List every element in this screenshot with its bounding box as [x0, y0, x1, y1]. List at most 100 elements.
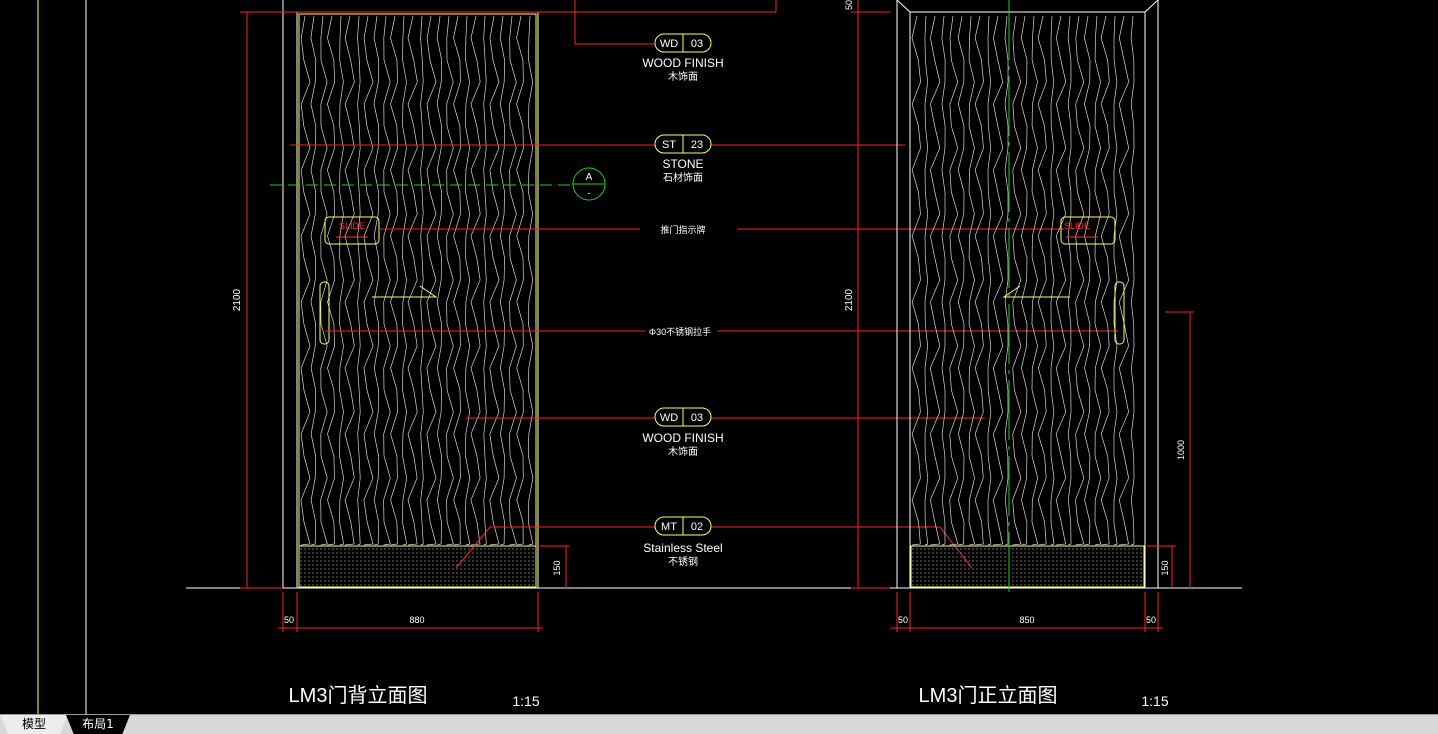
svg-text:木饰面: 木饰面	[668, 70, 698, 83]
wood-grain-stroke	[357, 15, 361, 546]
svg-text:WD: WD	[660, 38, 678, 50]
svg-text:推门指示牌: 推门指示牌	[660, 224, 705, 235]
svg-text:木饰面: 木饰面	[668, 445, 698, 458]
wood-grain-stroke	[339, 15, 345, 546]
wood-grain-stroke	[1031, 15, 1039, 546]
wood-grain-stroke	[344, 15, 355, 546]
wood-grain-stroke	[924, 15, 929, 546]
swing-arrow	[1002, 285, 1070, 298]
left-side-dim: 50	[284, 615, 294, 625]
wood-grain-stroke	[509, 15, 517, 546]
wood-grain-stroke	[974, 15, 984, 546]
wood-grain-stroke	[1130, 15, 1135, 546]
wood-grain-stroke	[327, 15, 336, 546]
wood-grain-stroke	[402, 15, 408, 546]
wood-grain-stroke	[483, 15, 487, 546]
tab-model[interactable]: 模型	[0, 715, 68, 734]
left-width-dim: 880	[409, 615, 424, 625]
wood-grain-stroke	[968, 15, 976, 546]
right-handle-height-value: 1000	[1176, 440, 1186, 460]
right-view-scale: 1:15	[1141, 693, 1168, 709]
wood-grain-stroke	[527, 15, 534, 546]
right-width-dim: 850	[1019, 615, 1034, 625]
stainless-kickplate	[910, 545, 1145, 588]
wood-grain-stroke	[383, 15, 391, 546]
wood-grain-stroke	[300, 15, 311, 546]
wood-grain-stroke	[390, 15, 398, 546]
right-base-dim: 150	[1160, 560, 1170, 575]
svg-text:WOOD FINISH: WOOD FINISH	[642, 56, 723, 70]
wood-grain-pattern	[300, 15, 534, 546]
door-handle	[1114, 281, 1125, 345]
wood-grain-stroke	[1100, 15, 1110, 546]
material-tag-wd03-top: WD 03 WOOD FINISH 木饰面	[642, 33, 724, 83]
wood-grain-stroke	[1075, 15, 1085, 546]
wood-grain-stroke	[320, 15, 328, 546]
wood-grain-stroke	[499, 15, 505, 546]
wood-grain-stroke	[420, 15, 424, 546]
left-view-title: LM3门背立面图	[289, 684, 428, 707]
wood-grain-stroke	[992, 15, 1004, 546]
wood-grain-stroke	[1113, 15, 1118, 546]
left-height-dimension	[240, 11, 283, 589]
wood-grain-stroke	[941, 15, 946, 546]
right-view-title: LM3门正立面图	[919, 684, 1058, 707]
svg-text:Φ30不锈钢拉手: Φ30不锈钢拉手	[649, 326, 711, 337]
wood-grain-stroke	[1020, 15, 1028, 546]
section-marker-sub: -	[588, 188, 591, 198]
right-bottom-dimensions	[890, 592, 1163, 632]
right-side-dim-left: 50	[898, 615, 908, 625]
wood-grain-stroke	[446, 15, 454, 546]
material-tag-wd03-middle: WD 03 WOOD FINISH 木饰面	[466, 407, 985, 458]
wood-grain-stroke	[363, 15, 374, 546]
wood-grain-stroke	[1050, 15, 1055, 546]
wood-grain-stroke	[516, 15, 524, 546]
svg-text:23: 23	[691, 139, 703, 151]
layout-tab-bar: 模型 布局1	[0, 714, 1438, 734]
svg-text:ST: ST	[662, 139, 676, 151]
right-height-value: 2100	[844, 288, 855, 311]
wood-grain-stroke	[949, 15, 959, 546]
wood-grain-stroke	[407, 15, 418, 546]
svg-text:MT: MT	[661, 521, 677, 533]
svg-text:STONE: STONE	[662, 157, 703, 171]
material-tag-st23: ST 23 STONE 石材饰面	[290, 134, 905, 184]
wood-grain-stroke	[929, 15, 941, 546]
wood-grain-stroke	[1004, 15, 1009, 546]
slide-sign-label: SLIDE	[1064, 221, 1090, 231]
right-side-dim-right: 50	[1146, 615, 1156, 625]
wood-grain-stroke	[1012, 15, 1022, 546]
cad-drawing-canvas[interactable]: SLIDE 2100 50 880 150 A - WD 03 WOOD FIN…	[0, 0, 1438, 714]
wood-grain-stroke	[987, 15, 992, 546]
wood-grain-stroke	[465, 15, 471, 546]
wood-grain-stroke	[957, 15, 965, 546]
drawing-svg: SLIDE 2100 50 880 150 A - WD 03 WOOD FIN…	[37, 0, 1242, 714]
left-height-value: 2100	[232, 288, 243, 311]
tab-layout1[interactable]: 布局1	[66, 715, 130, 734]
left-view-scale: 1:15	[512, 693, 539, 709]
left-base-dim: 150	[552, 560, 562, 575]
svg-text:不锈钢: 不锈钢	[668, 555, 698, 568]
wood-grain-stroke	[1037, 15, 1047, 546]
svg-text:石材饰面: 石材饰面	[663, 171, 703, 184]
stainless-kickplate	[298, 545, 537, 588]
svg-text:03: 03	[691, 38, 703, 50]
section-marker-letter: A	[586, 172, 593, 183]
wood-grain-stroke	[489, 15, 500, 546]
svg-text:02: 02	[691, 521, 703, 533]
wood-grain-stroke	[1118, 15, 1130, 546]
wood-grain-stroke	[426, 15, 437, 546]
right-top-dim: 50	[844, 0, 854, 10]
wood-grain-stroke	[310, 15, 317, 546]
wood-grain-stroke	[436, 15, 443, 546]
svg-text:WOOD FINISH: WOOD FINISH	[642, 431, 723, 445]
wood-grain-stroke	[1084, 15, 1091, 546]
wood-grain-stroke	[373, 15, 380, 546]
wood-grain-stroke	[911, 15, 921, 546]
wood-grain-stroke	[1067, 15, 1072, 546]
wood-grain-stroke	[453, 15, 461, 546]
left-door-elevation: SLIDE	[282, 0, 777, 589]
wood-grain-stroke	[470, 15, 481, 546]
right-handle-height-dimension	[1147, 311, 1194, 588]
svg-text:03: 03	[691, 412, 703, 424]
